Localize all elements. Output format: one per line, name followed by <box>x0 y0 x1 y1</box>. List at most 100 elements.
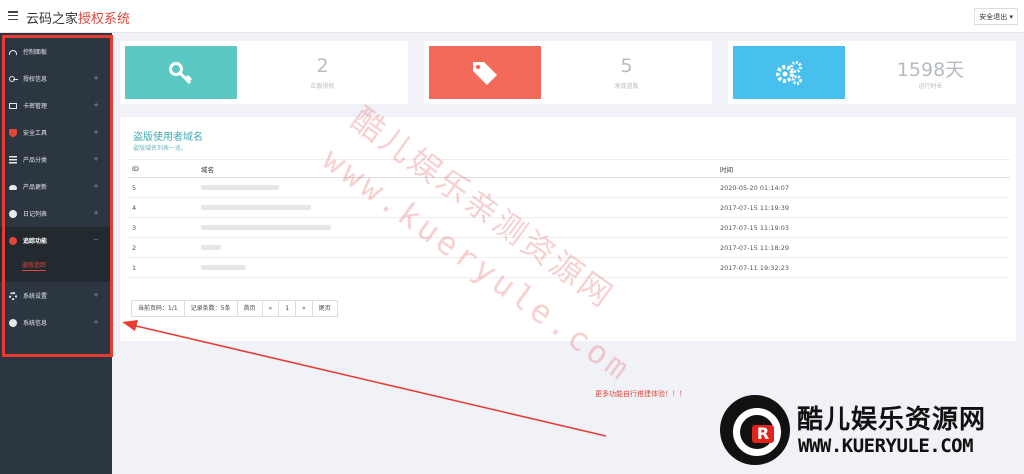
logout-button[interactable]: 安全退出 ▾ <box>974 8 1018 25</box>
stat-value: 1598天 <box>896 59 965 81</box>
column-header-domain: 域名 <box>197 159 716 178</box>
key-icon <box>125 46 237 99</box>
plus-icon: + <box>93 74 99 82</box>
column-header-time: 时间 <box>716 159 1010 178</box>
cloud-upload-icon <box>9 185 17 190</box>
table-header: ID 域名 时间 <box>128 159 1010 178</box>
cell-domain-blurred <box>197 197 716 218</box>
sidebar-item-label: 授权信息 <box>23 76 48 83</box>
sidebar-item-label: 产品更新 <box>23 184 48 191</box>
sidebar-item-settings[interactable]: 系统设置 + <box>0 282 112 309</box>
logo-name: 酷儿娱乐资源网 <box>797 405 987 435</box>
sidebar-item-categories[interactable]: 产品分类 + <box>0 146 112 173</box>
minus-icon: − <box>93 236 99 244</box>
sidebar-item-sysinfo[interactable]: 系统信息 + <box>0 309 112 336</box>
sidebar-item-updates[interactable]: 产品更新 + <box>0 173 112 200</box>
sidebar-item-label: 日记列表 <box>23 211 48 218</box>
stat-label: 正版授权 <box>310 83 335 90</box>
pager-current-page: 当前页码：1/1 <box>131 300 185 317</box>
table-row: 4 2017-07-15 11:19:39 <box>128 197 1010 218</box>
panel-description: 盗版域名列表一览。 <box>133 145 188 152</box>
sidebar-item-label: 系统信息 <box>23 320 48 327</box>
logo-emblem: R <box>720 395 790 465</box>
pagination: 当前页码：1/1 记录条数：5条 首页 « 1 » 尾页 <box>131 300 338 317</box>
pager-next-button[interactable]: » <box>295 300 313 317</box>
cell-id: 3 <box>128 217 197 238</box>
record-icon <box>9 236 17 245</box>
pager-last-button[interactable]: 尾页 <box>311 300 338 317</box>
info-icon <box>9 209 17 218</box>
logout-label: 安全退出 <box>979 13 1008 21</box>
help-icon <box>9 318 17 327</box>
list-icon <box>9 155 17 164</box>
cell-time: 2017-07-15 11:19:03 <box>716 217 1010 238</box>
stat-card-uptime: 1598天运行时长 <box>728 41 1016 104</box>
plus-icon: + <box>93 101 99 109</box>
cell-domain-blurred <box>197 257 716 278</box>
dashboard-icon <box>9 50 17 55</box>
cell-id: 4 <box>128 197 197 218</box>
sidebar-item-license[interactable]: 授权信息 + <box>0 65 112 92</box>
column-header-id: ID <box>128 159 197 178</box>
cell-id: 5 <box>128 177 197 198</box>
table-row: 2 2017-07-15 11:18:29 <box>128 237 1010 258</box>
card-icon <box>9 102 17 109</box>
stat-value: 2 <box>316 55 329 77</box>
gears-icon <box>733 46 845 99</box>
sidebar-item-label: 系统设置 <box>23 293 48 300</box>
table-row: 3 2017-07-15 11:19:03 <box>128 217 1010 238</box>
pager-record-count: 记录条数：5条 <box>183 300 238 317</box>
plus-icon: + <box>93 318 99 326</box>
stat-card-pirated: 5 发现盗版 <box>424 41 712 104</box>
plus-icon: + <box>93 182 99 190</box>
sidebar-item-logs[interactable]: 日记列表 + <box>0 200 112 227</box>
sidebar-item-security[interactable]: 安全工具 + <box>0 119 112 146</box>
annotation-note: 更多功能自行搭建体验！！！ <box>595 390 686 398</box>
cell-domain-blurred <box>197 237 716 258</box>
tag-icon <box>429 46 541 99</box>
piracy-domain-panel: 盗版使用者域名 盗版域名列表一览。 ID 域名 时间 5 2020-05-20 … <box>120 117 1016 341</box>
pager-page-1[interactable]: 1 <box>278 300 297 317</box>
cell-domain-blurred <box>197 177 716 198</box>
pager-first-button[interactable]: 首页 <box>236 300 263 317</box>
plus-icon: + <box>93 291 99 299</box>
stat-value: 5 <box>620 55 633 77</box>
menu-toggle-icon[interactable] <box>8 11 18 21</box>
stat-card-licensed: 2 正版授权 <box>120 41 408 104</box>
pager-prev-button[interactable]: « <box>261 300 280 317</box>
sidebar-item-label: 追踪功能 <box>23 238 48 245</box>
sidebar-item-tracking[interactable]: 追踪功能 − <box>0 227 112 254</box>
table-row: 5 2020-05-20 01:14:07 <box>128 177 1010 198</box>
cell-id: 2 <box>128 237 197 258</box>
sidebar-item-label: 产品分类 <box>23 157 48 164</box>
cell-time: 2017-07-15 11:19:39 <box>716 197 1010 218</box>
plus-icon: + <box>93 209 99 217</box>
sidebar: 控制面板 授权信息 + 卡密管理 + 安全工具 + 产品分类 + 产品更新 + 日记列表 +… <box>0 33 112 474</box>
sidebar-subitem-label: 盗版追踪 <box>22 262 47 271</box>
shield-icon <box>9 128 17 137</box>
key-icon <box>9 75 18 83</box>
cell-time: 2020-05-20 01:14:07 <box>716 177 1010 198</box>
chevron-down-icon: ▾ <box>1009 13 1013 21</box>
cell-time: 2017-07-11 19:32:23 <box>716 257 1010 278</box>
sidebar-item-label: 卡密管理 <box>23 103 48 110</box>
cell-time: 2017-07-15 11:18:29 <box>716 237 1010 258</box>
panel-title: 盗版使用者域名 <box>133 132 203 143</box>
sidebar-item-dashboard[interactable]: 控制面板 <box>0 38 112 65</box>
plus-icon: + <box>93 128 99 136</box>
brand-prefix: 云码之家 <box>26 12 79 27</box>
cell-domain-blurred <box>197 217 716 238</box>
stat-label: 发现盗版 <box>614 83 639 90</box>
stat-label: 运行时长 <box>918 83 943 90</box>
sidebar-subitem-piracy-tracking[interactable]: 盗版追踪 <box>0 254 112 277</box>
logo-url: WWW.KUERYULE.COM <box>798 435 974 457</box>
plus-icon: + <box>93 155 99 163</box>
gears-icon <box>9 291 17 300</box>
cell-id: 1 <box>128 257 197 278</box>
sidebar-item-cards[interactable]: 卡密管理 + <box>0 92 112 119</box>
brand-accent: 授权系统 <box>78 12 131 27</box>
sidebar-item-label: 控制面板 <box>23 49 48 56</box>
top-bar: 云码之家授权系统 安全退出 ▾ <box>0 0 1024 33</box>
brand-title: 云码之家授权系统 <box>26 8 130 27</box>
site-logo: R 酷儿娱乐资源网 WWW.KUERYULE.COM <box>718 393 1024 474</box>
